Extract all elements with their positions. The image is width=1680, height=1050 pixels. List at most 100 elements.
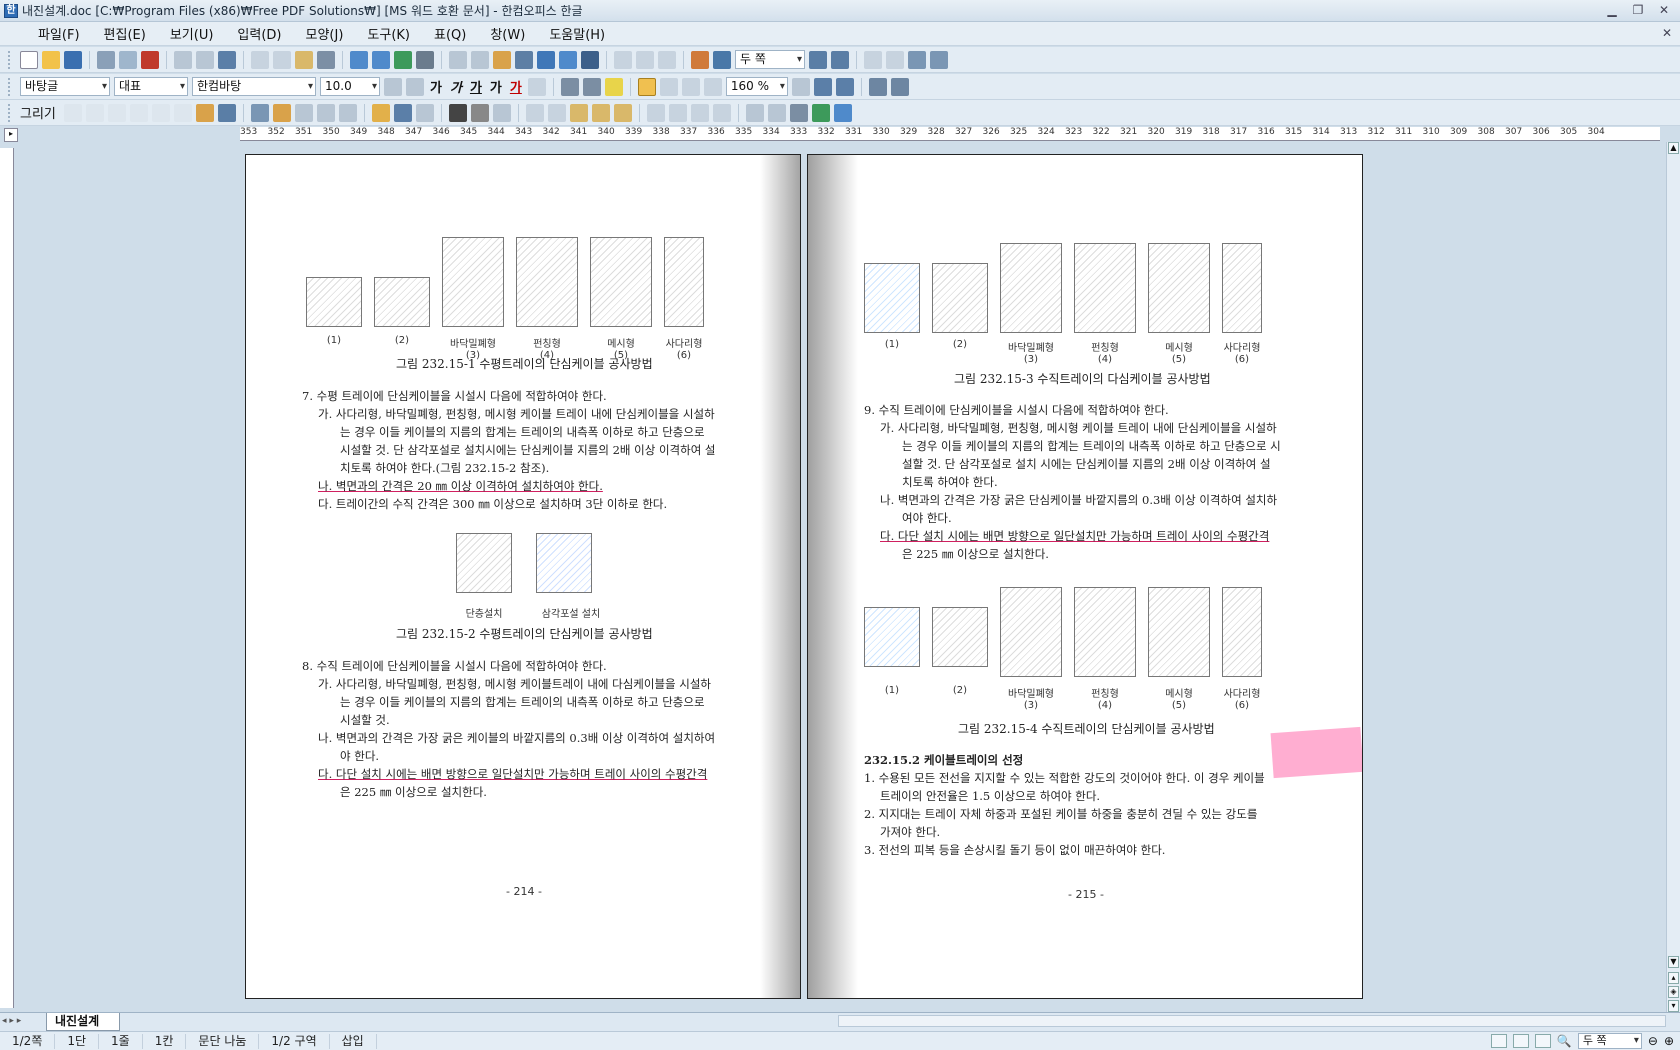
symbol-icon[interactable] xyxy=(581,50,599,69)
page-215[interactable]: (1) (2) 바닥밀폐형 (3) 펀칭형 (4) 메시형 (5) 사다리형 (… xyxy=(807,154,1363,999)
menu-table[interactable]: 표(Q) xyxy=(422,24,478,43)
polygon-icon[interactable] xyxy=(151,103,170,122)
minimize-icon[interactable]: ▁ xyxy=(1604,3,1620,17)
one-page-icon[interactable] xyxy=(864,50,882,69)
align-right-icon[interactable] xyxy=(703,77,722,96)
underline-button[interactable]: 가 xyxy=(468,77,484,96)
distribute-objects-icon[interactable] xyxy=(591,103,610,122)
pencil-icon[interactable] xyxy=(195,103,214,122)
undo-icon[interactable] xyxy=(174,50,192,69)
fit-page-icon[interactable] xyxy=(930,50,948,69)
arrow-style-icon[interactable] xyxy=(492,103,511,122)
print-icon[interactable] xyxy=(97,50,115,69)
italic-button[interactable]: 가 xyxy=(448,77,464,96)
cut-icon[interactable] xyxy=(251,50,269,69)
copy-icon[interactable] xyxy=(273,50,291,69)
arc-icon[interactable] xyxy=(129,103,148,122)
menu-tools[interactable]: 도구(K) xyxy=(355,24,422,43)
line-icon[interactable] xyxy=(63,103,82,122)
status-zoom-select[interactable]: 두 쪽 xyxy=(1577,1033,1642,1049)
restore-icon[interactable]: ❐ xyxy=(1630,3,1646,17)
toolbar-grip[interactable] xyxy=(8,50,12,69)
open-folder-icon[interactable] xyxy=(42,50,60,69)
close-icon[interactable]: ✕ xyxy=(1656,3,1672,17)
bold-button[interactable]: 가 xyxy=(428,77,444,96)
menu-help[interactable]: 도움말(H) xyxy=(537,24,617,43)
align-left-icon[interactable] xyxy=(659,77,678,96)
bookmark-icon[interactable] xyxy=(471,50,489,69)
page-options-icon[interactable]: ◈ xyxy=(1668,986,1679,998)
ellipse-icon[interactable] xyxy=(107,103,126,122)
vertical-scrollbar[interactable]: ▲ ▼ ▴ ◈ ▾ xyxy=(1666,142,1680,1012)
curve-icon[interactable] xyxy=(173,103,192,122)
zoom-out-icon[interactable] xyxy=(809,50,827,69)
draw-menu-button[interactable]: 그리기 xyxy=(20,103,56,122)
ungroup-icon[interactable] xyxy=(338,103,357,122)
strike-button[interactable]: 가 xyxy=(488,77,504,96)
line-color-icon[interactable] xyxy=(371,103,390,122)
object-select-icon[interactable] xyxy=(294,103,313,122)
para-shape-icon[interactable] xyxy=(416,50,434,69)
style-icon[interactable] xyxy=(350,50,368,69)
tab-nav-icon[interactable]: ◂ ▸ ▸ xyxy=(2,1016,21,1026)
page-layout-icon[interactable] xyxy=(614,50,632,69)
bullets-icon[interactable] xyxy=(890,77,909,96)
language-select[interactable]: 대표 xyxy=(114,77,188,96)
vertical-ruler[interactable]: 344 343 342 341 340 339 338 337 336 335 334 333 332 3… xyxy=(0,148,14,1008)
menu-window[interactable]: 창(W) xyxy=(478,24,537,43)
zoom-in-icon[interactable] xyxy=(831,50,849,69)
chart-icon[interactable] xyxy=(537,50,555,69)
normal-view-icon[interactable] xyxy=(1490,1034,1507,1048)
next-page-icon[interactable]: ▾ xyxy=(1668,1000,1679,1012)
status-insert-mode[interactable]: 삽입 xyxy=(330,1033,377,1049)
link-icon[interactable] xyxy=(449,50,467,69)
format-painter-icon[interactable] xyxy=(317,50,335,69)
two-page-icon[interactable] xyxy=(886,50,904,69)
ruler-corner[interactable]: ▸ xyxy=(4,128,18,142)
rectangle-icon[interactable] xyxy=(85,103,104,122)
erase-icon[interactable] xyxy=(767,103,786,122)
web-view-icon[interactable] xyxy=(1534,1034,1551,1048)
highlight-icon[interactable] xyxy=(604,77,623,96)
formula-icon[interactable] xyxy=(559,50,577,69)
tab-document[interactable]: 내진설계 xyxy=(46,1013,120,1031)
document-workspace[interactable]: (1) (2) 바닥밀폐형 (3) 펀칭형 (4) 메시형 (5) 사다리형 (… xyxy=(16,142,1664,1012)
indent-increase-icon[interactable] xyxy=(813,77,832,96)
textbox-icon[interactable] xyxy=(250,103,269,122)
picture-icon[interactable] xyxy=(493,50,511,69)
numbering-icon[interactable] xyxy=(868,77,887,96)
edit-points-icon[interactable] xyxy=(745,103,764,122)
style-select[interactable]: 바탕글 xyxy=(20,77,110,96)
book-icon[interactable] xyxy=(713,50,731,69)
color-palette-icon[interactable] xyxy=(811,103,830,122)
table-icon[interactable] xyxy=(515,50,533,69)
fit-width-icon[interactable] xyxy=(908,50,926,69)
flip-horizontal-icon[interactable] xyxy=(646,103,665,122)
font-size-select[interactable]: 10.0 xyxy=(320,77,380,96)
presentation-icon[interactable] xyxy=(691,50,709,69)
zoom-icon[interactable]: 🔍 xyxy=(1557,1034,1572,1048)
redo-icon[interactable] xyxy=(196,50,214,69)
fill-color-icon[interactable] xyxy=(393,103,412,122)
font-shrink-icon[interactable] xyxy=(406,77,424,96)
scroll-up-icon[interactable]: ▲ xyxy=(1668,142,1679,154)
line-weight-icon[interactable] xyxy=(470,103,489,122)
bring-front-icon[interactable] xyxy=(525,103,544,122)
rotate-icon[interactable] xyxy=(613,103,632,122)
toolbar-grip[interactable] xyxy=(8,77,12,96)
line-style-icon[interactable] xyxy=(448,103,467,122)
prev-page-icon[interactable]: ▴ xyxy=(1668,972,1679,984)
scroll-down-icon[interactable]: ▼ xyxy=(1668,956,1679,968)
find-icon[interactable] xyxy=(218,50,236,69)
status-page[interactable]: 1/2쪽 xyxy=(0,1033,56,1049)
shadow-icon[interactable] xyxy=(415,103,434,122)
line-spacing-input[interactable]: 160 % xyxy=(725,77,788,96)
page-214[interactable]: (1) (2) 바닥밀폐형 (3) 펀칭형 (4) 메시형 (5) 사다리형 (… xyxy=(245,154,801,999)
doc-close-icon[interactable]: ✕ xyxy=(1662,26,1672,40)
save-icon[interactable] xyxy=(64,50,82,69)
char-border-icon[interactable] xyxy=(527,77,546,96)
flip-vertical-icon[interactable] xyxy=(668,103,687,122)
horizontal-scrollbar[interactable] xyxy=(838,1015,1666,1027)
font-select[interactable]: 한컴바탕 xyxy=(192,77,316,96)
pdf-icon[interactable] xyxy=(141,50,159,69)
